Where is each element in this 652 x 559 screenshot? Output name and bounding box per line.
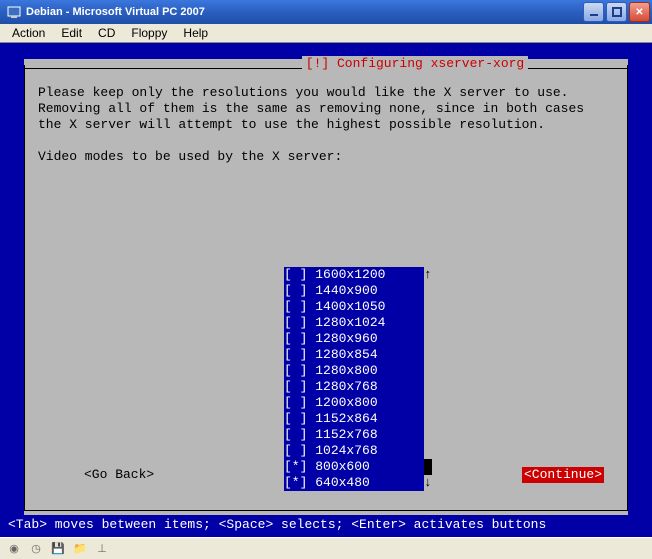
checkbox-mark[interactable]: [ ] — [284, 411, 315, 427]
menubar: Action Edit CD Floppy Help — [0, 24, 652, 43]
resolution-list[interactable]: [ ] 1600x1200[ ] 1440x900[ ] 1400x1050[ … — [284, 267, 424, 491]
window-title: Debian - Microsoft Virtual PC 2007 — [26, 6, 205, 18]
resolution-label: 1024x768 — [315, 443, 377, 459]
save-icon[interactable]: 💾 — [50, 541, 66, 557]
resolution-item[interactable]: [ ] 1440x900 — [284, 283, 424, 299]
resolution-item[interactable]: [ ] 1400x1050 — [284, 299, 424, 315]
statusbar: ◉ ◷ 💾 📁 ⊥ — [0, 537, 652, 559]
resolution-label: 1280x1024 — [315, 315, 385, 331]
menu-floppy[interactable]: Floppy — [123, 24, 175, 42]
app-icon — [6, 4, 22, 20]
checkbox-mark[interactable]: [ ] — [284, 379, 315, 395]
resolution-label: 1152x864 — [315, 411, 377, 427]
menu-action[interactable]: Action — [4, 24, 53, 42]
menu-help[interactable]: Help — [175, 24, 216, 42]
dialog-paragraph: Please keep only the resolutions you wou… — [38, 85, 614, 133]
resolution-label: 1600x1200 — [315, 267, 385, 283]
vm-screen: [!] Configuring xserver-xorg Please keep… — [0, 43, 652, 537]
checkbox-mark[interactable]: [ ] — [284, 443, 315, 459]
resolution-label: 1200x800 — [315, 395, 377, 411]
folder-icon[interactable]: 📁 — [72, 541, 88, 557]
resolution-item[interactable]: [ ] 1280x800 — [284, 363, 424, 379]
resolution-item[interactable]: [ ] 1280x768 — [284, 379, 424, 395]
resolution-label: 1400x1050 — [315, 299, 385, 315]
checkbox-mark[interactable]: [ ] — [284, 283, 315, 299]
checkbox-mark[interactable]: [ ] — [284, 299, 315, 315]
maximize-button[interactable] — [606, 2, 627, 22]
checkbox-mark[interactable]: [ ] — [284, 347, 315, 363]
minimize-button[interactable] — [583, 2, 604, 22]
resolution-item[interactable]: [ ] 1280x960 — [284, 331, 424, 347]
resolution-item[interactable]: [ ] 1200x800 — [284, 395, 424, 411]
resolution-label: 1280x800 — [315, 363, 377, 379]
scroll-up-icon[interactable]: ↑ — [424, 267, 432, 283]
checkbox-mark[interactable]: [ ] — [284, 395, 315, 411]
dialog-prompt: Video modes to be used by the X server: — [38, 149, 614, 165]
checkbox-mark[interactable]: [ ] — [284, 331, 315, 347]
resolution-item[interactable]: [ ] 1600x1200 — [284, 267, 424, 283]
resolution-label: 1280x854 — [315, 347, 377, 363]
checkbox-mark[interactable]: [ ] — [284, 315, 315, 331]
resolution-label: 1440x900 — [315, 283, 377, 299]
help-line: <Tab> moves between items; <Space> selec… — [8, 517, 546, 533]
resolution-label: 1280x960 — [315, 331, 377, 347]
titlebar: Debian - Microsoft Virtual PC 2007 ✕ — [0, 0, 652, 24]
resolution-item[interactable]: [ ] 1152x768 — [284, 427, 424, 443]
resolution-label: 1152x768 — [315, 427, 377, 443]
config-dialog: [!] Configuring xserver-xorg Please keep… — [24, 59, 628, 515]
checkbox-mark[interactable]: [ ] — [284, 363, 315, 379]
resolution-item[interactable]: [ ] 1024x768 — [284, 443, 424, 459]
dialog-title: [!] Configuring xserver-xorg — [302, 56, 528, 72]
resolution-item[interactable]: [ ] 1152x864 — [284, 411, 424, 427]
go-back-button[interactable]: <Go Back> — [84, 467, 154, 483]
continue-button[interactable]: <Continue> — [522, 467, 604, 483]
resolution-item[interactable]: [ ] 1280x1024 — [284, 315, 424, 331]
clock-icon[interactable]: ◷ — [28, 541, 44, 557]
menu-cd[interactable]: CD — [90, 24, 123, 42]
resolution-item[interactable]: [ ] 1280x854 — [284, 347, 424, 363]
disc-icon[interactable]: ◉ — [6, 541, 22, 557]
menu-edit[interactable]: Edit — [53, 24, 90, 42]
net-icon[interactable]: ⊥ — [94, 541, 110, 557]
checkbox-mark[interactable]: [ ] — [284, 427, 315, 443]
close-button[interactable]: ✕ — [629, 2, 650, 22]
resolution-label: 1280x768 — [315, 379, 377, 395]
checkbox-mark[interactable]: [ ] — [284, 267, 315, 283]
